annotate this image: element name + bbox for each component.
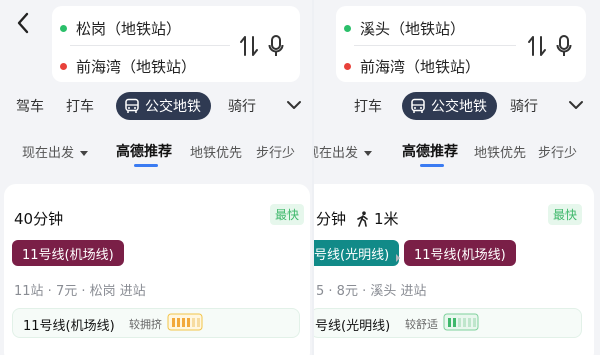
left-panel: 松岗（地铁站） 前海湾（地铁站） 驾车 打车 公交地铁 骑行 现在出发 高德推荐 bbox=[0, 0, 312, 355]
preference-row: 现在出发 高德推荐 地铁优先 步行少 bbox=[314, 140, 600, 167]
swap-icon[interactable] bbox=[526, 34, 548, 58]
detail-line-name: 号线(光明线) bbox=[315, 319, 391, 334]
bus-icon bbox=[124, 98, 140, 114]
line-pill-11: 11号线(机场线) bbox=[404, 240, 516, 266]
right-panel: 溪头（地铁站） 前海湾（地铁站） 打车 公交地铁 骑行 现在出发 高德推荐 地铁… bbox=[314, 0, 600, 355]
crowd-icon bbox=[443, 313, 479, 331]
caret-down-icon bbox=[80, 151, 89, 156]
transfer-arrow-icon bbox=[395, 248, 401, 262]
travel-mode-tabs: 驾车 打车 公交地铁 骑行 bbox=[0, 92, 312, 120]
origin-field[interactable]: 松岗（地铁站） bbox=[60, 18, 181, 39]
divider bbox=[70, 45, 230, 46]
route-input-box: 溪头（地铁站） 前海湾（地铁站） bbox=[336, 6, 586, 82]
mic-icon[interactable] bbox=[556, 34, 572, 58]
preference-row: 现在出发 高德推荐 地铁优先 步行少 bbox=[0, 140, 312, 167]
pref-less-walking[interactable]: 步行少 bbox=[538, 142, 577, 161]
boarding-detail-row: 号线(光明线) 较舒适 bbox=[314, 308, 582, 338]
origin-dot-icon bbox=[344, 25, 351, 32]
tab-transit[interactable]: 公交地铁 bbox=[116, 92, 211, 120]
tab-taxi[interactable]: 打车 bbox=[354, 96, 382, 116]
depart-time-label: 现在出发 bbox=[22, 146, 75, 161]
destination-field[interactable]: 前海湾（地铁站） bbox=[344, 56, 480, 77]
route-card[interactable]: 40分钟 最快 11号线(机场线) 11站 · 7元 · 松岗 进站 11号线(… bbox=[4, 184, 310, 355]
tab-bike[interactable]: 骑行 bbox=[228, 96, 256, 116]
tab-transit[interactable]: 公交地铁 bbox=[402, 92, 497, 120]
route-duration: 40分钟 bbox=[14, 208, 63, 229]
crowd-level: 较舒适 bbox=[405, 318, 438, 331]
destination-field[interactable]: 前海湾（地铁站） bbox=[60, 56, 196, 77]
walk-icon bbox=[356, 210, 370, 227]
depart-time-select[interactable]: 现在出发 bbox=[314, 142, 373, 161]
tab-transit-label: 公交地铁 bbox=[145, 99, 201, 115]
route-meta: 5 · 8元 · 溪头 进站 bbox=[316, 284, 427, 299]
destination-dot-icon bbox=[60, 63, 67, 70]
origin-dot-icon bbox=[60, 25, 67, 32]
pref-subway-first[interactable]: 地铁优先 bbox=[474, 142, 526, 161]
caret-down-icon bbox=[364, 151, 373, 156]
chevron-down-icon[interactable] bbox=[286, 94, 302, 116]
destination-dot-icon bbox=[344, 63, 351, 70]
back-icon[interactable] bbox=[14, 10, 34, 36]
destination-label: 前海湾（地铁站） bbox=[76, 58, 197, 76]
travel-mode-tabs: 打车 公交地铁 骑行 bbox=[314, 92, 600, 120]
tab-bike[interactable]: 骑行 bbox=[510, 96, 538, 116]
duration-text: 40分钟 bbox=[14, 210, 64, 228]
active-pref-underline bbox=[134, 164, 158, 167]
tab-drive[interactable]: 驾车 bbox=[16, 96, 44, 116]
line-pill-guangming: 号线(光明线) bbox=[314, 240, 400, 266]
origin-field[interactable]: 溪头（地铁站） bbox=[344, 18, 465, 39]
route-card[interactable]: 分钟 1米 最快 号线(光明线) 11号线(机场线) 5 · 8元 · 溪头 进… bbox=[314, 184, 594, 355]
fastest-badge: 最快 bbox=[548, 204, 583, 225]
active-pref-underline bbox=[420, 164, 444, 167]
fastest-badge: 最快 bbox=[270, 204, 305, 225]
pref-subway-first[interactable]: 地铁优先 bbox=[190, 142, 242, 161]
route-input-box: 松岗（地铁站） 前海湾（地铁站） bbox=[52, 6, 300, 82]
line-pill-11: 11号线(机场线) bbox=[12, 240, 124, 266]
crowd-level: 较拥挤 bbox=[129, 318, 162, 331]
origin-label: 溪头（地铁站） bbox=[360, 20, 466, 38]
duration-text: 分钟 bbox=[316, 210, 347, 228]
pref-recommended[interactable]: 高德推荐 bbox=[402, 141, 458, 161]
pref-less-walking[interactable]: 步行少 bbox=[256, 142, 295, 161]
swap-icon[interactable] bbox=[238, 34, 260, 58]
chevron-down-icon[interactable] bbox=[568, 94, 584, 116]
route-duration: 分钟 1米 bbox=[316, 208, 399, 229]
walk-distance: 1米 bbox=[374, 210, 399, 228]
detail-line-name: 11号线(机场线) bbox=[23, 319, 115, 334]
tab-transit-label: 公交地铁 bbox=[431, 99, 487, 115]
boarding-detail-row: 11号线(机场线) 较拥挤 bbox=[12, 308, 300, 338]
route-meta: 11站 · 7元 · 松岗 进站 bbox=[14, 284, 146, 299]
depart-time-select[interactable]: 现在出发 bbox=[22, 142, 89, 161]
mic-icon[interactable] bbox=[268, 34, 284, 58]
depart-time-label: 现在出发 bbox=[314, 146, 359, 161]
divider bbox=[354, 45, 516, 46]
pref-recommended[interactable]: 高德推荐 bbox=[116, 141, 172, 161]
tab-taxi[interactable]: 打车 bbox=[66, 96, 94, 116]
bus-icon bbox=[410, 98, 426, 114]
origin-label: 松岗（地铁站） bbox=[76, 20, 182, 38]
crowd-icon bbox=[167, 313, 203, 331]
destination-label: 前海湾（地铁站） bbox=[360, 58, 481, 76]
